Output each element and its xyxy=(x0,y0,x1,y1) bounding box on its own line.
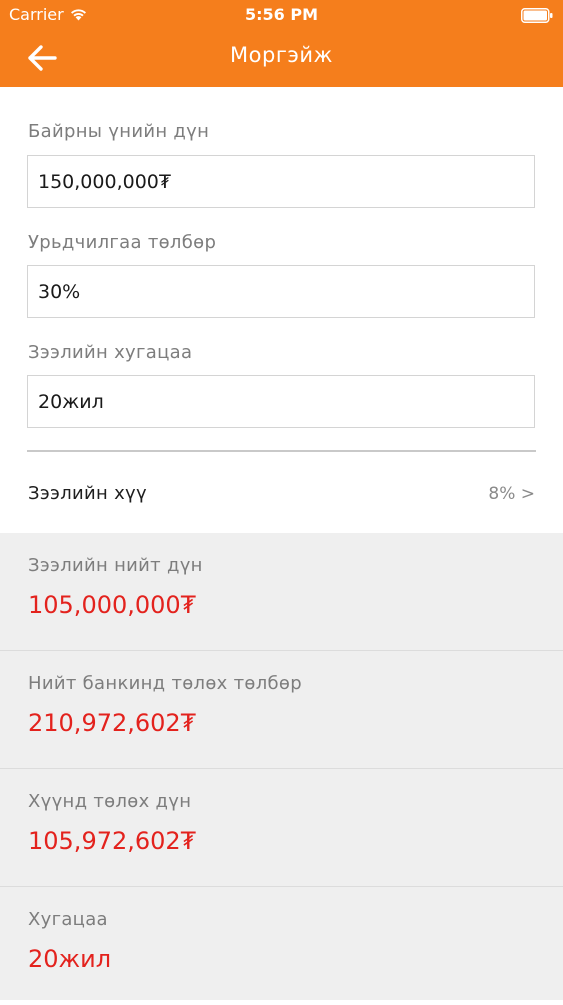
loan-term-input[interactable] xyxy=(27,375,535,428)
result-value: 105,000,000₮ xyxy=(28,591,196,619)
result-term: Хугацаа 20жил xyxy=(0,887,563,1005)
page-title: Моргэйж xyxy=(230,43,333,67)
navigation-bar: Моргэйж xyxy=(0,30,563,87)
form-divider xyxy=(27,450,536,452)
result-value: 105,972,602₮ xyxy=(28,827,196,855)
property-price-input[interactable] xyxy=(27,155,535,208)
down-payment-label: Урьдчилгаа төлбөр xyxy=(28,232,217,253)
property-price-label: Байрны үнийн дүн xyxy=(28,121,210,142)
result-value: 210,972,602₮ xyxy=(28,709,196,737)
interest-rate-row[interactable]: Зээлийн хүү 8% > xyxy=(0,453,563,533)
down-payment-input[interactable] xyxy=(27,265,535,318)
result-label: Зээлийн нийт дүн xyxy=(28,555,203,576)
status-time: 5:56 PM xyxy=(244,5,318,24)
loan-term-label: Зээлийн хугацаа xyxy=(28,342,193,363)
result-label: Нийт банкинд төлөх төлбөр xyxy=(28,673,302,694)
app-header: Carrier 5:56 PM Моргэйж xyxy=(0,0,563,87)
result-value: 20жил xyxy=(28,945,112,973)
interest-rate-label: Зээлийн хүү xyxy=(28,483,147,504)
battery-icon xyxy=(521,8,553,23)
interest-rate-value: 8% > xyxy=(488,484,535,504)
result-total-loan: Зээлийн нийт дүн 105,000,000₮ xyxy=(0,533,563,651)
result-label: Хүүнд төлөх дүн xyxy=(28,791,192,812)
result-interest-amount: Хүүнд төлөх дүн 105,972,602₮ xyxy=(0,769,563,887)
results-panel: Зээлийн нийт дүн 105,000,000₮ Нийт банки… xyxy=(0,533,563,1000)
result-total-bank-payment: Нийт банкинд төлөх төлбөр 210,972,602₮ xyxy=(0,651,563,769)
result-label: Хугацаа xyxy=(28,909,108,930)
status-bar: Carrier 5:56 PM xyxy=(0,0,563,30)
mortgage-form: Байрны үнийн дүн Урьдчилгаа төлбөр Зээли… xyxy=(0,87,563,533)
